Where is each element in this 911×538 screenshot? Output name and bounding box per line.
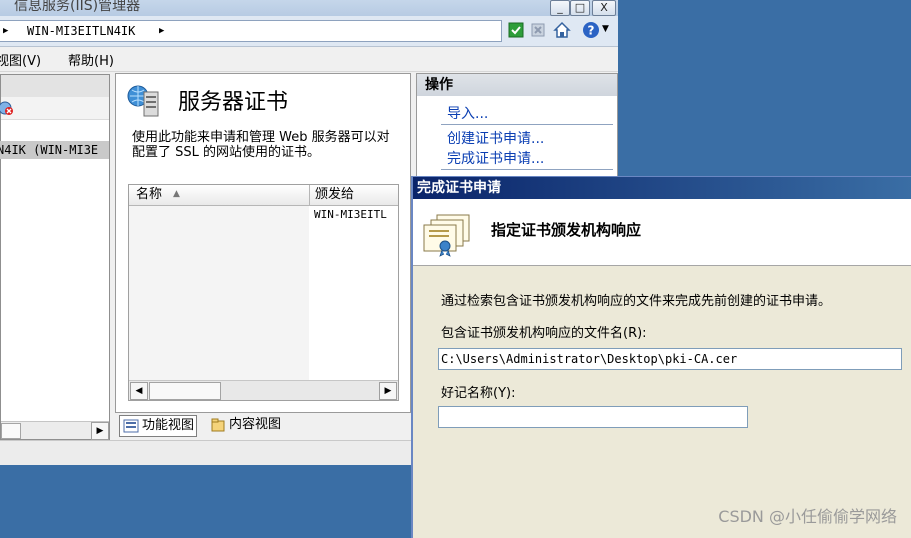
dialog-header: 指定证书颁发机构响应 [413,199,911,266]
tab-content-label: 内容视图 [229,417,282,432]
column-header-name[interactable]: 名称 [136,185,162,205]
tab-content-view[interactable]: 内容视图 [207,415,283,435]
help-icon[interactable]: ? [582,21,600,39]
tree-horizontal-scrollbar[interactable]: ▶ [1,421,109,440]
action-create-request-link[interactable]: 创建证书申请... [447,128,544,148]
scroll-left-arrow-icon[interactable]: ◀ [130,382,148,400]
page-title: 服务器证书 [178,90,289,115]
connections-toolbar [0,97,109,120]
server-certificate-icon [127,85,159,117]
instruction-text: 通过检索包含证书颁发机构响应的文件来完成先前创建的证书申请。 [441,294,832,309]
complete-certificate-request-dialog: 完成证书申请 指定证书颁发机构响应 通过检索包含证书颁发机构响应的文件来完成先前… [411,176,911,538]
home-icon[interactable] [553,21,571,39]
watermark-text: CSDN @小任偷偷学网络 [718,507,897,526]
help-dropdown-icon[interactable]: ▼ [602,24,609,34]
cell-issued-to: WIN-MI3EITL [314,208,387,221]
file-name-label: 包含证书颁发机构响应的文件名(R): [441,326,647,341]
file-name-field[interactable]: C:\Users\Administrator\Desktop\pki-CA.ce… [438,348,902,370]
action-import-link[interactable]: 导入... [447,103,488,123]
table-row[interactable]: WIN-MI3EITL [129,206,398,224]
features-view-icon [123,419,139,433]
menu-help[interactable]: 帮助(H) [68,50,114,69]
chevron-right-icon[interactable]: ▶ [159,21,164,41]
window-title: 信息服务(IIS)管理器 [14,0,141,14]
menu-view[interactable]: 视图(V) [0,50,41,69]
tab-features-view[interactable]: 功能视图 [119,415,198,437]
column-divider[interactable] [309,185,310,205]
maximize-button[interactable]: □ [570,0,590,16]
disconnect-icon[interactable] [0,100,15,116]
dialog-title-bar: 完成证书申请 [413,177,911,199]
action-divider [441,124,613,125]
sort-ascending-icon: ▲ [173,189,180,199]
scroll-right-arrow-icon[interactable]: ▶ [379,382,397,400]
certificate-icon [423,214,470,257]
dialog-body: 通过检索包含证书颁发机构响应的文件来完成先前创建的证书申请。 包含证书颁发机构响… [413,266,911,538]
view-switcher: 功能视图 内容视图 [115,413,409,439]
server-certificates-pane: 服务器证书 使用此功能来申请和管理 Web 服务器可以对配置了 SSL 的网站使… [115,73,411,413]
column-name-cells [129,206,309,381]
stop-icon[interactable] [530,22,546,38]
address-field[interactable]: ▶ WIN-MI3EITLN4IK ▶ [0,20,502,42]
tree-item-server[interactable]: N4IK (WIN-MI3E [0,141,109,159]
menu-bar: 视图(V) 帮助(H) [0,47,618,72]
content-view-icon [211,418,225,432]
scroll-thumb[interactable] [1,423,21,439]
actions-header: 操作 [417,74,617,96]
action-complete-request-link[interactable]: 完成证书申请... [447,148,544,168]
table-horizontal-scrollbar[interactable]: ◀ ▶ [129,380,398,400]
address-bar: ▶ WIN-MI3EITLN4IK ▶ ? ▼ [0,16,618,47]
close-button[interactable]: X [592,0,616,16]
connections-header [1,75,109,98]
friendly-name-field[interactable] [438,406,748,428]
minimize-button[interactable]: _ [550,0,570,16]
dialog-heading: 指定证书颁发机构响应 [491,221,642,239]
refresh-icon[interactable] [508,22,524,38]
action-divider [441,169,613,170]
page-description: 使用此功能来申请和管理 Web 服务器可以对配置了 SSL 的网站使用的证书。 [132,130,390,160]
scroll-thumb[interactable] [149,382,221,400]
column-header-issued-to[interactable]: 颁发给 [315,185,354,205]
tab-features-label: 功能视图 [142,418,195,433]
svg-text:?: ? [588,24,595,38]
actions-pane: 操作 导入... 创建证书申请... 完成证书申请... [416,73,618,185]
title-bar: 信息服务(IIS)管理器 _ □ X [0,0,618,16]
separator-arrow-icon: ▶ [3,26,9,36]
certificates-table: 名称 ▲ 颁发给 WIN-MI3EITL ◀ ▶ [128,184,399,401]
address-node[interactable]: WIN-MI3EITLN4IK [27,21,135,41]
table-header: 名称 ▲ 颁发给 [129,185,398,206]
connections-pane: N4IK (WIN-MI3E ▶ [0,74,110,440]
scroll-right-arrow-icon[interactable]: ▶ [91,422,109,440]
friendly-name-label: 好记名称(Y): [441,386,516,401]
